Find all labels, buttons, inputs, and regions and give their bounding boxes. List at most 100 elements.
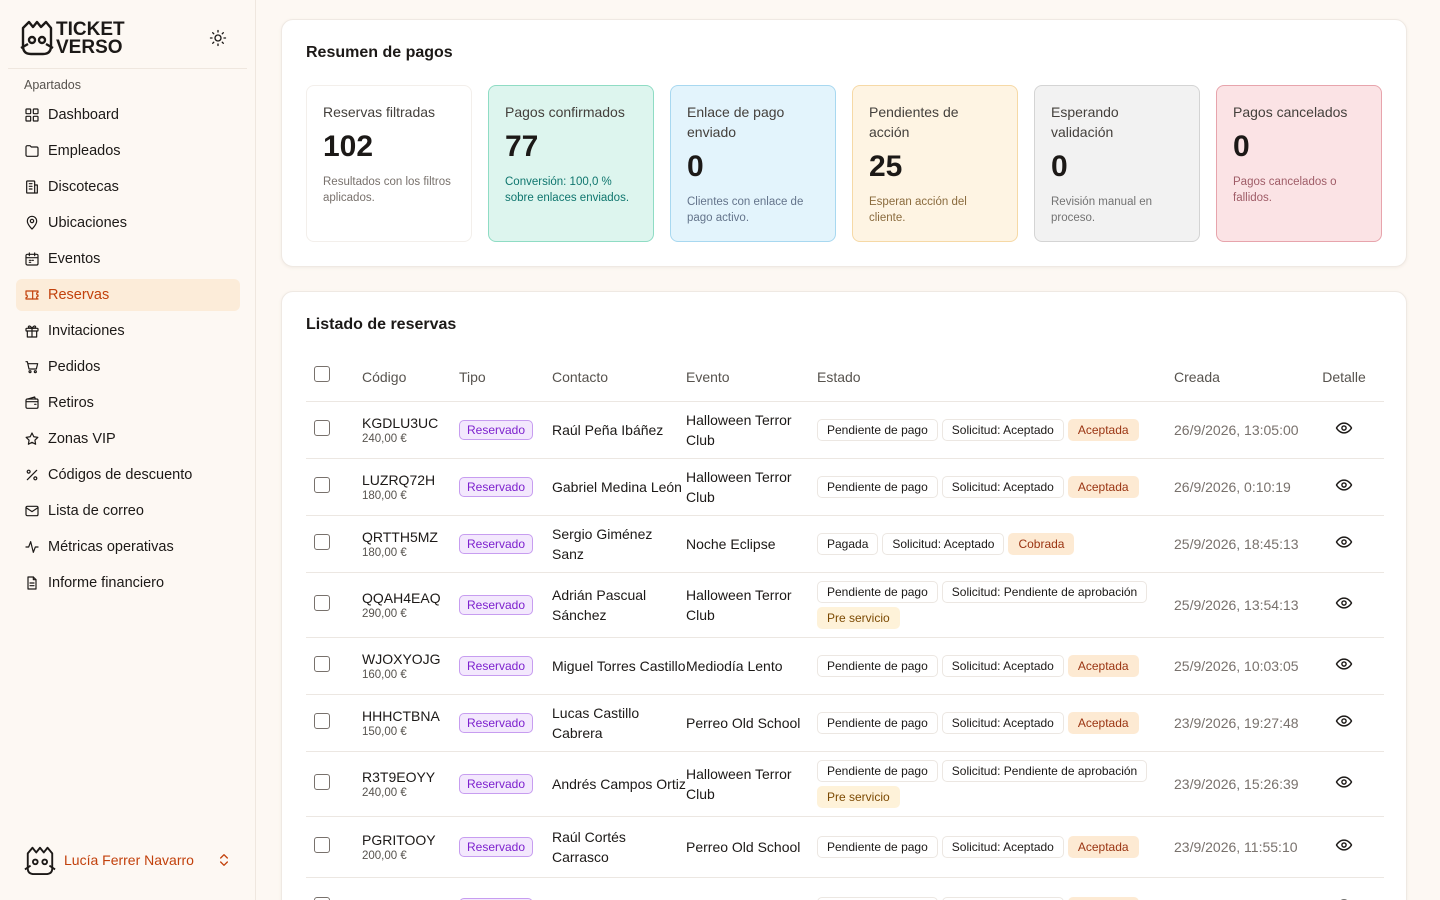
chevrons-up-down-icon [220, 854, 228, 866]
column-header-type[interactable]: Tipo [459, 369, 552, 385]
created-at: 25/9/2026, 18:45:13 [1174, 536, 1299, 552]
sidebar-item-label: Invitaciones [48, 323, 125, 339]
view-detail-eye-icon[interactable] [1335, 896, 1353, 900]
cart-icon [24, 359, 40, 375]
ticketverso-logo: TICKET VERSO [20, 19, 125, 58]
ticket-icon [24, 287, 40, 303]
user-menu[interactable]: Lucía Ferrer Navarro [16, 838, 240, 882]
grid-icon [24, 107, 40, 123]
contact-name: Andrés Campos Ortiz [552, 776, 686, 792]
view-detail-eye-icon[interactable] [1335, 594, 1353, 617]
booking-amount: 180,00 € [362, 489, 407, 502]
view-detail-eye-icon[interactable] [1335, 476, 1353, 499]
sidebar-item-dashboard[interactable]: Dashboard [16, 99, 240, 131]
sidebar-item-invitaciones[interactable]: Invitaciones [16, 315, 240, 347]
column-header-code[interactable]: Código [362, 369, 459, 385]
activity-icon [24, 539, 40, 555]
view-detail-eye-icon[interactable] [1335, 773, 1353, 796]
sidebar-item-label: Códigos de descuento [48, 467, 193, 483]
status-badge: Pendiente de pago [817, 655, 938, 677]
status-badges: Pendiente de pago Solicitud: Pendiente de… [817, 760, 1174, 808]
mail-icon [24, 503, 40, 519]
wallet-icon [24, 395, 40, 411]
contact-name: Raúl Cortés Carrasco [552, 829, 626, 865]
status-badges: Pendiente de pagoSolicitud: AceptadoAcep… [817, 476, 1174, 498]
type-badge: Reservado [459, 837, 534, 857]
sidebar-item-label: Métricas operativas [48, 539, 174, 555]
row-checkbox[interactable] [314, 655, 330, 672]
status-badge: Pendiente de pago [817, 712, 938, 734]
row-checkbox[interactable] [314, 773, 330, 790]
table-row[interactable]: QRTTH5MZ 180,00 € Reservado Sergio Giménez … [306, 516, 1384, 573]
event-name: Noche Eclipse [686, 536, 776, 552]
stat-description: Pagos cancelados o fallidos. [1233, 176, 1337, 204]
column-header-contact[interactable]: Contacto [552, 369, 686, 385]
column-header-created[interactable]: Creada [1174, 369, 1304, 385]
status-badges: Pendiente de pago Solicitud: Pendiente de… [817, 581, 1174, 629]
sidebar-item-lista-de-correo[interactable]: Lista de correo [16, 495, 240, 527]
sidebar-item-ubicaciones[interactable]: Ubicaciones [16, 207, 240, 239]
table-row[interactable]: WJOXYOJG 160,00 € Reservado Miguel Torres C… [306, 638, 1384, 695]
status-badge: Pre servicio [817, 786, 900, 808]
row-checkbox[interactable] [314, 712, 330, 729]
stat-value: 0 [687, 150, 704, 183]
table-row[interactable]: HHHCTBNA 150,00 € Reservado Lucas Castillo … [306, 695, 1384, 752]
status-badge: Solicitud: Aceptado [941, 896, 1064, 900]
sidebar-item-pedidos[interactable]: Pedidos [16, 351, 240, 383]
table-row[interactable]: R3T9EOYY 240,00 € Reservado Andrés Campos O… [306, 752, 1384, 817]
sidebar-item-eventos[interactable]: Eventos [16, 243, 240, 275]
sidebar-item-label: Reservas [48, 287, 110, 303]
sidebar-item-informe-financiero[interactable]: Informe financiero [16, 567, 240, 599]
table-row[interactable]: KGDLU3UC 240,00 € Reservado Raúl Peña Ibáñe… [306, 402, 1384, 459]
theme-toggle-button[interactable] [206, 26, 230, 50]
status-badge: Pre servicio [817, 607, 900, 629]
event-name: Halloween Terror Club [686, 469, 792, 505]
sidebar-nav: Dashboard Empleados Discotecas Ubicaciones E… [16, 99, 240, 603]
booking-code: PGRITOOY [362, 831, 436, 848]
brand[interactable]: TICKET VERSO [20, 18, 138, 58]
table-row[interactable]: KWZJOB68ReservadoInés Flores GarcíaHallo… [306, 878, 1384, 900]
column-header-event[interactable]: Evento [686, 369, 817, 385]
status-badge: Solicitud: Pendiente de aprobación [941, 760, 1148, 782]
event-name: Halloween Terror Club [686, 766, 792, 802]
table-row[interactable]: QQAH4EAQ 290,00 € Reservado Adrián Pascual … [306, 573, 1384, 638]
sidebar-item-discotecas[interactable]: Discotecas [16, 171, 240, 203]
table-row[interactable]: PGRITOOY 200,00 € Reservado Raúl Cortés Car… [306, 817, 1384, 878]
sidebar-item-empleados[interactable]: Empleados [16, 135, 240, 167]
calendar-icon [24, 251, 40, 267]
row-checkbox[interactable] [314, 836, 330, 853]
view-detail-eye-icon[interactable] [1335, 712, 1353, 735]
sidebar-item-zonas-vip[interactable]: Zonas VIP [16, 423, 240, 455]
created-at: 26/9/2026, 0:10:19 [1174, 479, 1291, 495]
view-detail-eye-icon[interactable] [1335, 836, 1353, 859]
row-checkbox[interactable] [314, 419, 330, 436]
sidebar-item-codigos-de-descuento[interactable]: Códigos de descuento [16, 459, 240, 491]
status-badge: Solicitud: Aceptado [941, 836, 1064, 858]
status-badge: Solicitud: Aceptado [941, 655, 1064, 677]
stat-label: Pagos cancelados [1233, 104, 1348, 120]
view-detail-eye-icon[interactable] [1335, 419, 1353, 442]
sidebar-item-metricas-operativas[interactable]: Métricas operativas [16, 531, 240, 563]
table-row[interactable]: LUZRQ72H 180,00 € Reservado Gabriel Medina … [306, 459, 1384, 516]
select-all-checkbox[interactable] [314, 366, 330, 382]
stat-label: Esperando validación [1051, 104, 1119, 140]
type-badge: Reservado [459, 774, 534, 794]
type-badge: Reservado [459, 713, 534, 733]
view-detail-eye-icon[interactable] [1335, 533, 1353, 556]
sidebar-item-retiros[interactable]: Retiros [16, 387, 240, 419]
booking-amount: 240,00 € [362, 786, 407, 799]
folder-icon [24, 143, 40, 159]
stat-label: Pendientes de acción [869, 104, 959, 140]
sidebar-item-reservas[interactable]: Reservas [16, 279, 240, 311]
column-header-state[interactable]: Estado [817, 369, 1174, 385]
row-checkbox[interactable] [314, 476, 330, 493]
booking-code: QQAH4EAQ [362, 589, 441, 606]
stat-value: 102 [323, 130, 374, 163]
row-checkbox[interactable] [314, 533, 330, 550]
booking-code: LUZRQ72H [362, 471, 436, 488]
summary-title: Resumen de pagos [306, 44, 453, 61]
status-badge: Aceptada [1067, 712, 1139, 734]
view-detail-eye-icon[interactable] [1335, 655, 1353, 678]
row-checkbox[interactable] [314, 594, 330, 611]
stat-card: Pagos cancelados 0 Pagos cancelados o fall… [1216, 85, 1382, 242]
